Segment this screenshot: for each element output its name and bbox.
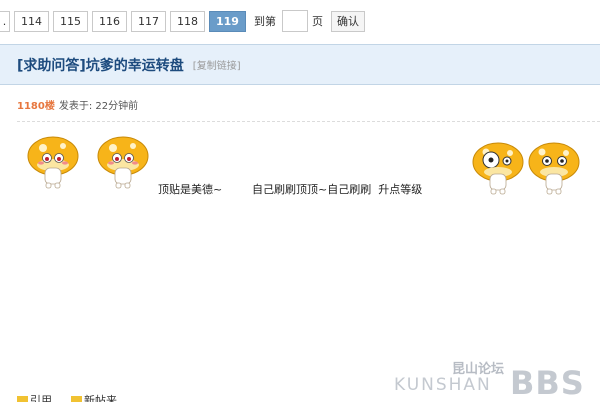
page-unit-label: 页 <box>311 15 323 28</box>
watermark-en: KUNSHAN <box>394 375 492 395</box>
thread-title[interactable]: [求助问答]坑爹的幸运转盘 <box>17 55 184 75</box>
page-link[interactable]: 116 <box>92 10 127 32</box>
page-link[interactable]: 115 <box>53 10 88 32</box>
site-watermark: 昆山论坛 KUNSHAN BBS <box>394 358 594 402</box>
copy-link[interactable]: [复制链接] <box>193 57 241 72</box>
quote-label: 引用 <box>30 394 52 402</box>
confirm-button[interactable]: 确认 <box>330 10 365 32</box>
post-text-2: 自己刷刷顶顶~自己刷刷 升点等级 <box>252 183 423 196</box>
mushroom-emoticon-icon <box>27 136 79 189</box>
page-prev-edge[interactable]: . <box>0 10 10 32</box>
quote-button[interactable]: 引用 <box>17 392 52 402</box>
new-thread-icon <box>71 395 82 402</box>
page-link[interactable]: 114 <box>14 10 49 32</box>
watermark-bbs: BBS <box>510 364 585 402</box>
post-text-1: 顶贴是美德~ <box>158 183 223 196</box>
post-meta: 1180楼 发表于: 22分钟前 <box>17 97 138 112</box>
page-current: 119 <box>209 10 246 32</box>
mushroom-emoticon-icon <box>528 142 580 195</box>
new-thread-button[interactable]: 新帖来 <box>71 392 117 402</box>
goto-page-input[interactable] <box>281 10 308 32</box>
page-link[interactable]: 117 <box>131 10 166 32</box>
post-time: 发表于: 22分钟前 <box>58 101 139 112</box>
mushroom-emoticon-icon <box>97 136 149 189</box>
page-link[interactable]: 118 <box>170 10 205 32</box>
goto-label: 到第 <box>253 15 276 28</box>
new-thread-label: 新帖来 <box>84 394 117 402</box>
pagination: . 114 115 116 117 118 119 到第 页 确认 <box>0 8 365 34</box>
quote-icon <box>17 395 28 402</box>
post-divider <box>17 121 600 122</box>
thread-title-bar: [求助问答]坑爹的幸运转盘 [复制链接] <box>0 44 600 85</box>
floor-number: 1180楼 <box>17 101 55 112</box>
mushroom-emoticon-icon <box>472 142 524 195</box>
